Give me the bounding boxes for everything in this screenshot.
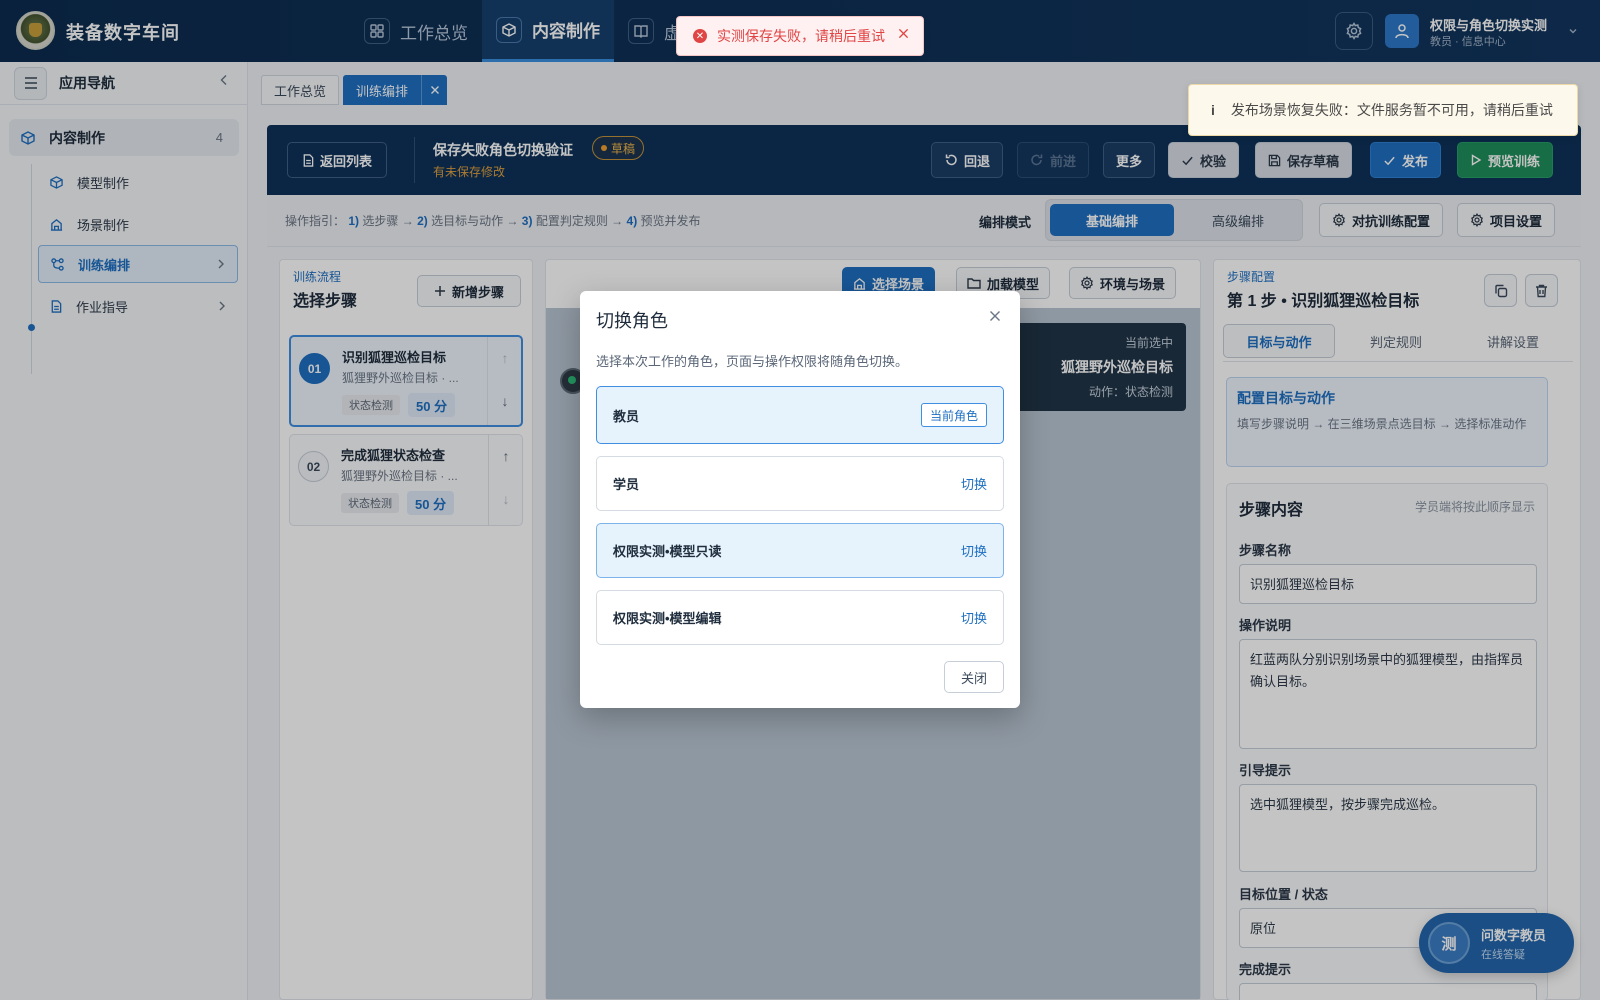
info-icon: i <box>1211 102 1215 118</box>
role-name: 权限实测•模型编辑 <box>613 611 722 626</box>
switch-role-dialog: 切换角色 选择本次工作的角色，页面与操作权限将随角色切换。 教员 当前角色 学员… <box>580 291 1020 708</box>
error-icon: ✕ <box>693 29 707 43</box>
info-toast: i 发布场景恢复失败：文件服务暂不可用，请稍后重试 <box>1188 84 1578 136</box>
role-option-student[interactable]: 学员 切换 <box>596 456 1004 511</box>
error-toast-message: 实测保存失败，请稍后重试 <box>717 28 885 44</box>
current-role-badge: 当前角色 <box>920 403 987 427</box>
close-icon[interactable] <box>898 28 909 39</box>
role-name: 教员 <box>613 408 640 424</box>
role-option-readonly[interactable]: 权限实测•模型只读 切换 <box>596 523 1004 578</box>
role-option-edit[interactable]: 权限实测•模型编辑 切换 <box>596 590 1004 645</box>
switch-role-link[interactable]: 切换 <box>961 541 987 560</box>
switch-role-link[interactable]: 切换 <box>961 474 987 493</box>
error-toast: ✕ 实测保存失败，请稍后重试 <box>676 16 924 56</box>
role-name: 权限实测•模型只读 <box>613 544 722 559</box>
close-dialog-button[interactable]: 关闭 <box>944 661 1004 693</box>
dialog-desc: 选择本次工作的角色，页面与操作权限将随角色切换。 <box>596 354 909 369</box>
close-icon[interactable] <box>984 305 1006 327</box>
role-name: 学员 <box>613 477 640 492</box>
info-toast-message: 发布场景恢复失败：文件服务暂不可用，请稍后重试 <box>1230 102 1553 118</box>
role-option-teacher[interactable]: 教员 当前角色 <box>596 386 1004 444</box>
dialog-title: 切换角色 <box>596 311 668 331</box>
switch-role-link[interactable]: 切换 <box>961 608 987 627</box>
